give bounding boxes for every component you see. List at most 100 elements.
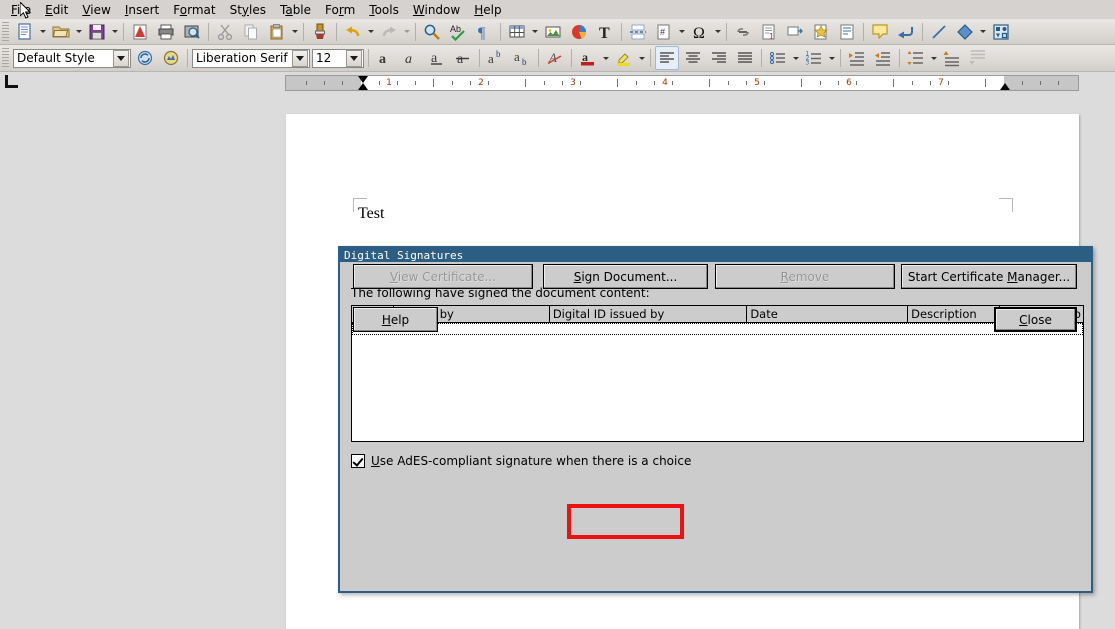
line-spacing-dropdown[interactable]	[929, 47, 938, 69]
basic-shapes-dropdown[interactable]	[978, 21, 987, 43]
horizontal-ruler[interactable]: 1 2 3 4 5 6 7	[285, 75, 1079, 91]
first-line-indent-marker[interactable]	[358, 76, 368, 83]
highlighting-color-dropdown[interactable]	[637, 47, 646, 69]
redo-dropdown[interactable]	[402, 21, 411, 43]
ades-checkbox-row[interactable]: Use AdES-compliant signature when there …	[351, 454, 691, 468]
column-header-description[interactable]: Description	[908, 306, 1000, 322]
align-right-icon[interactable]	[707, 46, 731, 70]
save-dropdown[interactable]	[110, 21, 119, 43]
menu-edit[interactable]: Edit	[38, 2, 75, 18]
insert-field-icon[interactable]: #	[652, 20, 676, 44]
menu-help[interactable]: Help	[467, 2, 508, 18]
print-preview-icon[interactable]	[180, 20, 204, 44]
menu-view[interactable]: View	[75, 2, 117, 18]
font-name-combo[interactable]: Liberation Serif	[192, 49, 310, 68]
start-certificate-manager-button[interactable]: Start Certificate Manager...	[901, 264, 1077, 289]
copy-icon[interactable]	[239, 20, 263, 44]
insert-field-dropdown[interactable]	[677, 21, 686, 43]
insert-table-icon[interactable]	[505, 20, 529, 44]
decrease-indent-icon[interactable]	[871, 46, 895, 70]
subscript-icon[interactable]: ab	[510, 46, 534, 70]
paragraph-style-combo[interactable]: Default Style	[13, 49, 131, 68]
special-character-icon[interactable]: Ω	[688, 20, 712, 44]
view-certificate-button[interactable]: View Certificate...	[353, 264, 533, 289]
italic-icon[interactable]: a	[399, 46, 423, 70]
new-style-icon[interactable]	[159, 46, 183, 70]
close-button[interactable]: Close	[994, 307, 1077, 332]
menu-insert[interactable]: Insert	[118, 2, 166, 18]
ades-checkbox-label[interactable]: Use AdES-compliant signature when there …	[371, 454, 691, 468]
signatures-table[interactable]: Signed by Digital ID issued by Date Desc…	[351, 305, 1084, 442]
highlighting-color-icon[interactable]	[612, 46, 636, 70]
cut-icon[interactable]	[213, 20, 237, 44]
tab-selector-icon[interactable]	[5, 75, 18, 88]
export-pdf-icon[interactable]	[128, 20, 152, 44]
insert-text-box-icon[interactable]: T	[593, 20, 617, 44]
help-button[interactable]: Help	[353, 307, 438, 332]
menu-form[interactable]: Form	[318, 2, 362, 18]
font-color-icon[interactable]: a	[576, 46, 600, 70]
menu-file[interactable]: File	[4, 2, 38, 18]
track-changes-icon[interactable]	[894, 20, 918, 44]
open-icon[interactable]	[49, 20, 73, 44]
menu-table[interactable]: Table	[273, 2, 318, 18]
insert-hyperlink-icon[interactable]	[731, 20, 755, 44]
page-break-icon[interactable]	[626, 20, 650, 44]
remove-button[interactable]: Remove	[715, 264, 895, 289]
basic-shapes-icon[interactable]	[953, 20, 977, 44]
new-document-dropdown[interactable]	[38, 21, 47, 43]
sign-document-button[interactable]: Sign Document...	[543, 264, 708, 289]
left-indent-marker[interactable]	[358, 83, 368, 90]
toolbar-grip[interactable]	[2, 48, 9, 68]
print-icon[interactable]	[154, 20, 178, 44]
update-style-icon[interactable]	[133, 46, 157, 70]
save-icon[interactable]	[85, 20, 109, 44]
line-spacing-icon[interactable]	[904, 46, 928, 70]
paragraph-spacing-below-icon[interactable]	[966, 46, 990, 70]
column-header-issued-by[interactable]: Digital ID issued by	[550, 306, 748, 322]
superscript-icon[interactable]: ab	[484, 46, 508, 70]
bold-icon[interactable]: a	[373, 46, 397, 70]
insert-table-dropdown[interactable]	[530, 21, 539, 43]
column-header-date[interactable]: Date	[747, 306, 908, 322]
undo-dropdown[interactable]	[366, 21, 375, 43]
font-size-combo[interactable]: 12	[312, 49, 364, 68]
font-size-dropdown-arrow[interactable]	[346, 50, 362, 67]
toolbar-grip[interactable]	[2, 22, 9, 42]
insert-footnote-icon[interactable]: 1	[757, 20, 781, 44]
font-color-dropdown[interactable]	[601, 47, 610, 69]
ordered-list-icon[interactable]: 123	[802, 46, 826, 70]
clear-formatting-icon[interactable]: A	[543, 46, 567, 70]
menu-styles[interactable]: Styles	[223, 2, 273, 18]
signatures-table-body[interactable]	[352, 323, 1083, 442]
increase-indent-icon[interactable]	[845, 46, 869, 70]
formatting-marks-icon[interactable]: ¶	[472, 20, 496, 44]
font-name-dropdown-arrow[interactable]	[292, 50, 308, 67]
unordered-list-dropdown[interactable]	[791, 47, 800, 69]
insert-chart-icon[interactable]	[567, 20, 591, 44]
document-body-text[interactable]: Test	[358, 204, 384, 224]
unordered-list-icon[interactable]	[766, 46, 790, 70]
insert-image-icon[interactable]	[541, 20, 565, 44]
paragraph-spacing-above-icon[interactable]	[940, 46, 964, 70]
special-character-dropdown[interactable]	[713, 21, 722, 43]
align-left-icon[interactable]	[655, 46, 679, 70]
ades-checkbox[interactable]	[351, 454, 365, 468]
show-draw-functions-icon[interactable]	[989, 20, 1013, 44]
ordered-list-dropdown[interactable]	[827, 47, 836, 69]
insert-line-icon[interactable]	[927, 20, 951, 44]
menu-window[interactable]: Window	[406, 2, 467, 18]
justified-icon[interactable]	[733, 46, 757, 70]
spelling-icon[interactable]: Ab	[446, 20, 470, 44]
align-center-icon[interactable]	[681, 46, 705, 70]
paste-icon[interactable]	[265, 20, 289, 44]
redo-icon[interactable]	[377, 20, 401, 44]
open-dropdown[interactable]	[74, 21, 83, 43]
menu-tools[interactable]: Tools	[362, 2, 406, 18]
undo-icon[interactable]	[341, 20, 365, 44]
menu-format[interactable]: Format	[166, 2, 222, 18]
right-indent-marker[interactable]	[1000, 83, 1010, 90]
insert-bookmark-icon[interactable]	[809, 20, 833, 44]
dialog-title-bar[interactable]: Digital Signatures	[340, 248, 1091, 262]
paragraph-style-dropdown-arrow[interactable]	[113, 50, 129, 67]
